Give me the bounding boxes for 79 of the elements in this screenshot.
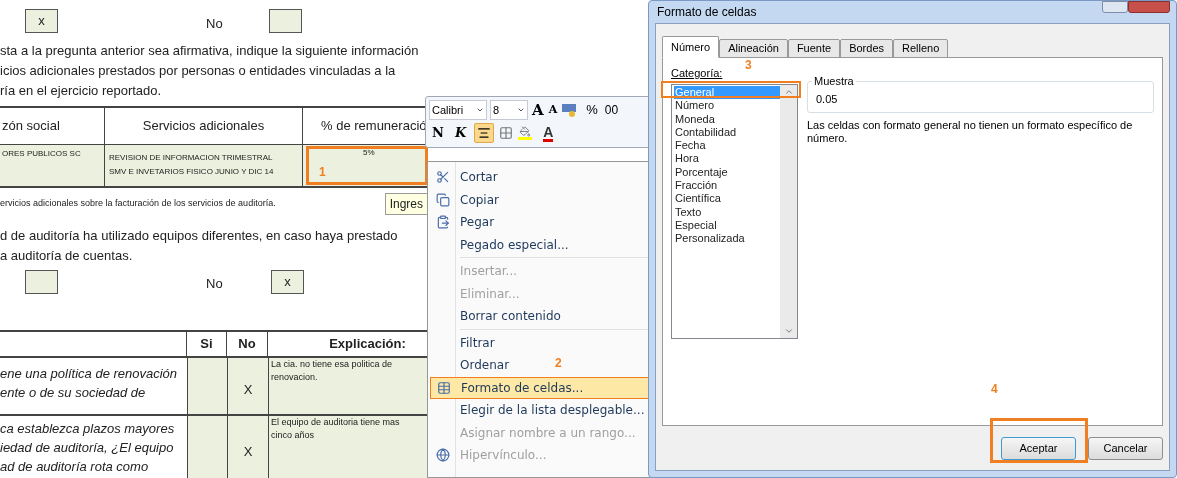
answer-box[interactable]: x [271,270,304,294]
table-cell: El equipo de auditoria tiene mas cinco años [268,414,428,478]
menu-item[interactable]: Copiar [430,188,503,211]
step-number: 3 [745,57,752,74]
list-item[interactable]: Moneda [674,112,780,126]
table-cell: REVISION DE INFORMACION TRIMESTRAL SMV E INVETARIOS FISICO JUNIO Y DIC 14 [105,144,303,188]
copy-icon [436,192,450,207]
list-item[interactable]: Hora [674,152,780,166]
list-item[interactable]: Número [674,99,780,113]
note-text: ervicios adicionales sobre la facturación de los servicios de auditoría. [0,197,276,211]
fill-color-icon[interactable] [518,126,533,140]
step-number: 2 [555,355,562,372]
menu-item[interactable]: Formato de celdas... [430,376,649,399]
scroll-down-icon[interactable] [783,326,794,336]
size-dropdown[interactable]: 8 [490,100,528,120]
scissors-icon [436,170,450,185]
table-cell [187,356,227,414]
list-item[interactable]: Texto [674,205,780,219]
tab[interactable]: Número [662,36,720,58]
clipboard-icon [436,215,450,230]
option-label: No [206,14,224,33]
bold-button[interactable]: N [429,123,447,143]
currency-icon [561,103,578,117]
list-item[interactable]: Porcentaje [674,165,780,180]
grow-font-button[interactable]: A [531,98,545,122]
font-dropdown[interactable]: Calibri [429,100,487,120]
sample-value: 0.05 [816,91,838,107]
table-cell: X [227,414,268,478]
window-title: Formato de celdas [656,4,757,21]
cell-value: 5% [363,147,375,159]
table-cell: La cia. no tiene esa politica de renovacion. [268,356,428,414]
scrollbar[interactable] [780,85,797,338]
font-color-button[interactable]: A [543,124,554,142]
paragraph: sta a la pregunta anterior sea afirmativa, indique la siguiente información icios adicionales prestados por personas o entidades vinculadas a la ría en el ejercicio reportado. [0,42,420,100]
table-cell [187,414,227,478]
italic-button[interactable]: K [451,123,470,143]
answer-box[interactable] [25,270,58,294]
list-item[interactable]: Fecha [674,139,780,153]
menu-item[interactable]: Cortar [430,166,502,189]
menu-item[interactable]: Pegado especial... [430,233,573,256]
category-list[interactable]: General Número Moneda Contabilidad Fecha Hora Porcentaje Fracción Científica Texto Especial Personalizada [671,84,798,339]
cancel-button[interactable]: Cancelar [1088,437,1163,460]
percent-button[interactable]: % [586,100,598,120]
column-header: % de remuneració [320,117,428,136]
field-label: Categoría: [671,66,724,80]
paragraph: d de auditoría ha utilizado equipos diferentes, en caso haya prestado a auditoría de cuentas. [0,227,399,265]
description-text: Las celdas con formato general no tienen un formato específico de número. [807,119,1134,145]
step-number: 1 [319,164,326,181]
center-align-button[interactable] [474,123,495,143]
ok-button[interactable]: Aceptar [1001,437,1076,460]
align-center-icon [477,126,492,140]
list-item[interactable]: Fracción [674,179,780,193]
menu-item[interactable]: Borrar contenido [430,305,565,328]
table-icon [437,380,451,395]
minimize-button[interactable] [1102,1,1128,13]
option-label: No [206,275,224,293]
shrink-font-button[interactable]: A [547,101,559,119]
menu-item[interactable]: Ordenar [430,354,514,377]
tooltip: Ingres [384,193,428,215]
caret-icon [517,106,525,114]
list-item[interactable]: Científica [674,192,780,206]
close-button[interactable] [1128,1,1170,13]
tab[interactable]: Alineación [719,39,788,58]
caret-icon [476,106,484,114]
list-item[interactable]: Personalizada [674,232,780,246]
list-item[interactable]: Especial [674,218,780,233]
borders-icon[interactable] [499,126,514,140]
thousands-button[interactable]: 00 [604,101,619,119]
menu-item[interactable]: Pegar [430,211,499,234]
menu-item[interactable]: Filtrar [430,331,499,354]
step-number: 4 [991,381,998,398]
answer-box[interactable]: x [25,9,58,33]
table-cell: ORES PUBLICOS SC [0,144,105,188]
list-item[interactable]: Contabilidad [674,125,780,140]
globe-icon [436,448,450,463]
scroll-up-icon[interactable] [783,87,794,97]
answer-box[interactable] [269,9,302,33]
table-cell: X [227,356,268,414]
menu-item[interactable]: Elegir de la lista desplegable... [430,399,649,422]
